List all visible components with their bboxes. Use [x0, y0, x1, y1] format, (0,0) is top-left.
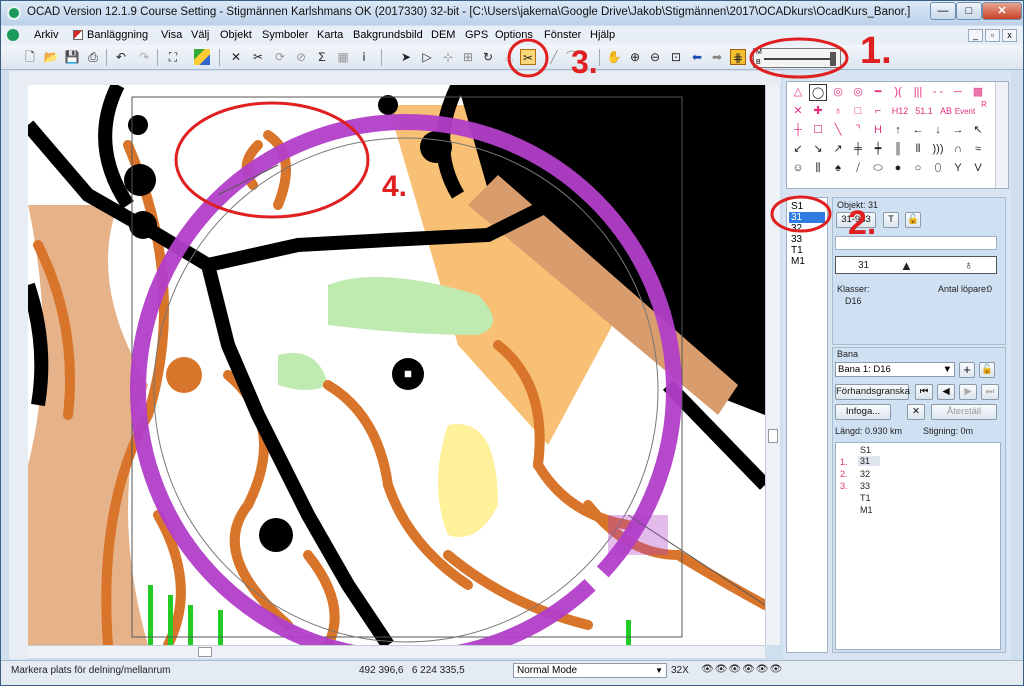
annotation-3: 3. [571, 44, 598, 80]
annotation-1: 1. [860, 30, 892, 72]
annotation-overlay [174, 37, 849, 233]
annotation-2: 2. [848, 204, 877, 242]
annotation-4: 4. [382, 170, 408, 203]
